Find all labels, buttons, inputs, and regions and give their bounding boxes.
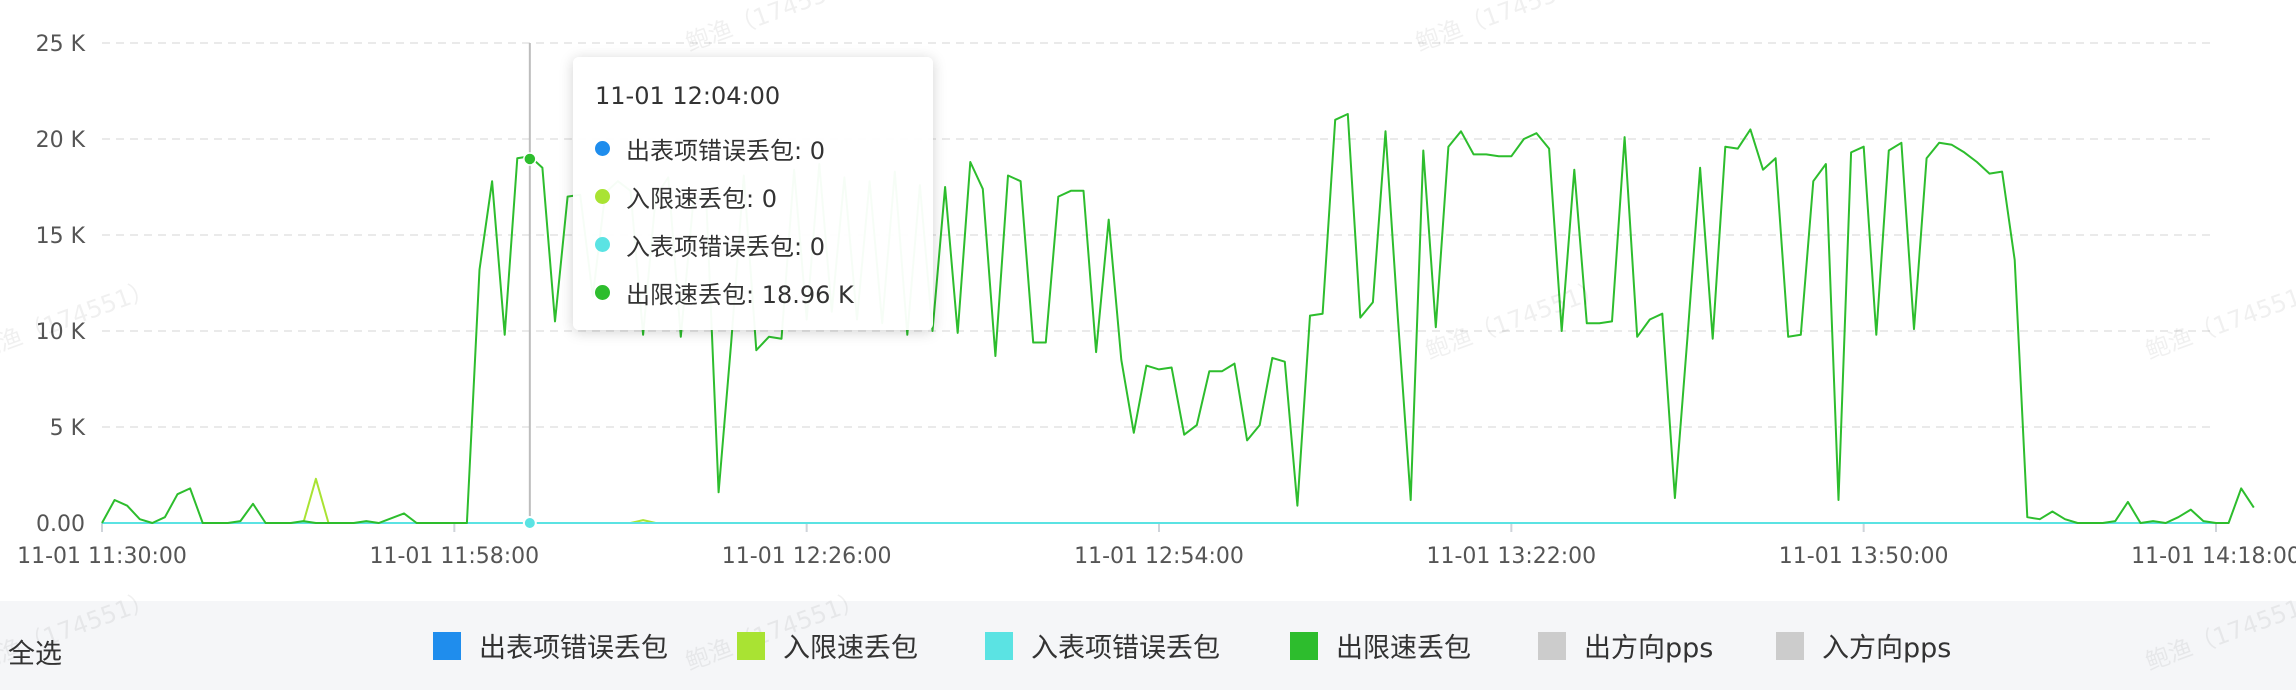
legend-item-in-pps[interactable]: 入方向pps: [1776, 626, 1951, 665]
legend-swatch: [985, 631, 1013, 660]
tooltip-dot: [595, 285, 610, 300]
tooltip-row: 入限速丢包: 0: [595, 179, 777, 214]
legend-swatch: [1538, 631, 1566, 660]
chart-tooltip: 11-01 12:04:00 出表项错误丢包: 0 入限速丢包: 0 入表项错误…: [573, 57, 933, 330]
legend-label: 入限速丢包: [783, 633, 918, 664]
x-tick-label: 11-01 13:22:00: [1426, 544, 1596, 569]
legend-label: 出限速丢包: [1336, 633, 1471, 664]
y-tick-label: 10 K: [36, 320, 86, 345]
legend-item-in-table-error[interactable]: 入表项错误丢包: [985, 626, 1220, 665]
tooltip-row: 出限速丢包: 18.96 K: [595, 275, 854, 310]
legend-label: 出方向pps: [1584, 633, 1714, 664]
tooltip-row: 出表项错误丢包: 0: [595, 131, 825, 166]
legend-item-out-table-error[interactable]: 出表项错误丢包: [433, 626, 668, 665]
tooltip-dot: [595, 189, 610, 204]
tooltip-row: 入表项错误丢包: 0: [595, 227, 825, 262]
tooltip-row-label: 出表项错误丢包: 0: [626, 137, 825, 165]
x-tick-label: 11-01 12:54:00: [1074, 544, 1244, 569]
x-tick-label: 11-01 11:58:00: [369, 544, 539, 569]
hover-point-zero: [522, 516, 537, 530]
tooltip-row-label: 入表项错误丢包: 0: [626, 233, 825, 261]
line-chart: 25 K 20 K 15 K 10 K 5 K 0.00 11-01 11:30:00 11-…: [17, 32, 2296, 569]
legend-item-out-pps[interactable]: 出方向pps: [1538, 626, 1713, 665]
legend: 出表项错误丢包 入限速丢包 入表项错误丢包 出限速丢包 出方向pps 入方向pp…: [0, 626, 2296, 666]
y-tick-label: 15 K: [36, 224, 86, 249]
legend-swatch: [1776, 631, 1804, 660]
y-tick-label: 25 K: [36, 32, 86, 57]
legend-swatch: [737, 631, 765, 660]
x-tick-label: 11-01 14:18:00: [2131, 544, 2296, 569]
y-tick-label: 0.00: [36, 512, 85, 537]
legend-label: 出表项错误丢包: [479, 633, 668, 664]
x-tick-label: 11-01 12:26:00: [722, 544, 892, 569]
tooltip-time: 11-01 12:04:00: [595, 82, 781, 110]
series-line-3: [101, 113, 2255, 524]
legend-label: 入方向pps: [1822, 633, 1952, 664]
y-tick-label: 20 K: [36, 128, 86, 153]
tooltip-dot: [595, 237, 610, 252]
legend-item-in-rate-limit[interactable]: 入限速丢包: [737, 626, 918, 665]
tooltip-dot: [595, 141, 610, 156]
hover-point-out-rate-limit: [523, 152, 537, 166]
tooltip-row-label: 入限速丢包: 0: [626, 185, 777, 213]
x-tick-label: 11-01 11:30:00: [17, 544, 187, 569]
legend-item-out-rate-limit[interactable]: 出限速丢包: [1290, 626, 1471, 665]
series-line-1: [102, 477, 2216, 524]
x-tick-label: 11-01 13:50:00: [1779, 544, 1949, 569]
legend-swatch: [1290, 631, 1318, 660]
tooltip-row-label: 出限速丢包: 18.96 K: [626, 281, 854, 309]
y-tick-label: 5 K: [50, 416, 86, 441]
legend-label: 入表项错误丢包: [1031, 633, 1220, 664]
legend-swatch: [433, 631, 461, 660]
